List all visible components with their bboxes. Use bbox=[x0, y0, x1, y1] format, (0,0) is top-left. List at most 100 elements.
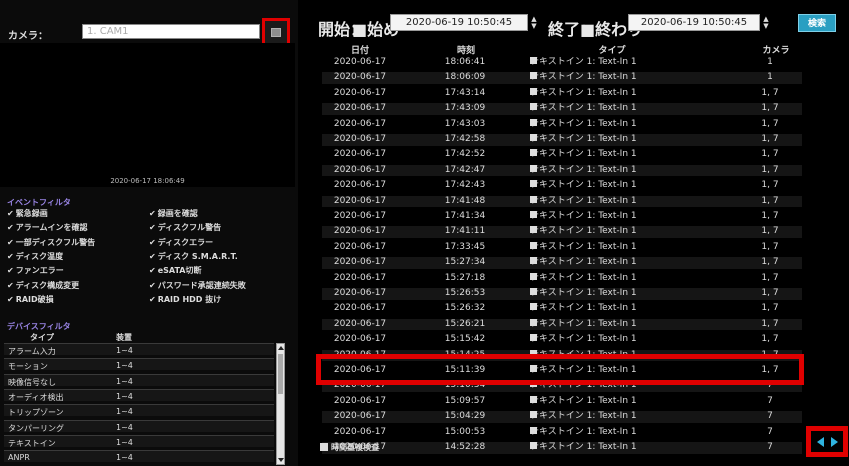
log-row[interactable]: 2020-06-17 15:27:34 テキストイン 1: Text-In 1 1, … bbox=[322, 257, 802, 269]
log-date: 2020-06-17 bbox=[333, 257, 387, 268]
next-page-icon[interactable] bbox=[831, 437, 838, 447]
camera-select[interactable]: 1. CAM1 bbox=[82, 24, 260, 39]
device-row[interactable]: オーディオ検出 1~4 bbox=[4, 388, 274, 402]
device-range: 1~4 bbox=[116, 422, 133, 432]
log-type: テキストイン 1: Text-In 1 bbox=[530, 318, 690, 330]
event-filter-item[interactable]: ✔ 録画を確認 bbox=[149, 208, 198, 219]
log-row[interactable]: 2020-06-17 17:41:34 テキストイン 1: Text-In 1 1, … bbox=[322, 211, 802, 223]
event-filter-item[interactable]: ✔ ファンエラー bbox=[7, 265, 64, 276]
log-row[interactable]: 2020-06-17 15:09:57 テキストイン 1: Text-In 1 7 bbox=[322, 395, 802, 408]
checkbox-icon[interactable]: ✔ bbox=[149, 238, 156, 247]
log-type: テキストイン 1: Text-In 1 bbox=[530, 118, 690, 130]
device-table-scrollbar[interactable] bbox=[276, 343, 285, 465]
end-spinner-icon[interactable]: ▲ ▼ bbox=[762, 16, 770, 31]
log-row[interactable]: 2020-06-17 17:42:43 テキストイン 1: Text-In 1 1, … bbox=[322, 180, 802, 192]
log-row[interactable]: 2020-06-17 17:33:45 テキストイン 1: Text-In 1 1, … bbox=[322, 241, 802, 254]
log-row[interactable]: 2020-06-17 17:41:48 テキストイン 1: Text-In 1 1, … bbox=[322, 195, 802, 208]
log-type-label: テキストイン 1: Text-In 1 bbox=[530, 303, 637, 314]
log-row[interactable]: 2020-06-17 15:04:29 テキストイン 1: Text-In 1 7 bbox=[322, 411, 802, 423]
prev-page-icon[interactable] bbox=[817, 437, 824, 447]
search-button[interactable]: 検索 bbox=[798, 14, 836, 32]
event-filter-item[interactable]: ✔ パスワード承認連続失敗 bbox=[149, 280, 246, 291]
text-in-icon bbox=[530, 288, 537, 295]
log-type-label: テキストイン 1: Text-In 1 bbox=[530, 211, 637, 221]
log-row[interactable]: 2020-06-17 17:41:11 テキストイン 1: Text-In 1 1, … bbox=[322, 226, 802, 239]
log-date: 2020-06-17 bbox=[333, 103, 387, 114]
event-filter-item[interactable]: ✔ ディスクフル警告 bbox=[149, 222, 221, 233]
checkbox-icon[interactable]: ✔ bbox=[7, 266, 14, 275]
event-filter-item[interactable]: ✔ ディスクエラー bbox=[149, 237, 213, 248]
log-row[interactable]: 2020-06-17 17:42:52 テキストイン 1: Text-In 1 1, … bbox=[322, 149, 802, 161]
start-datetime-field[interactable]: 2020-06-19 10:50:45 bbox=[390, 14, 528, 31]
scroll-thumb[interactable] bbox=[278, 354, 283, 394]
event-filter-item[interactable]: ✔ ディスク構成変更 bbox=[7, 280, 79, 291]
video-timestamp: 2020-06-17 18:06:49 bbox=[110, 177, 185, 185]
device-row[interactable]: トリップゾーン 1~4 bbox=[4, 404, 274, 417]
event-filter-label: ディスク S.M.A.R.T. bbox=[157, 251, 238, 261]
checkbox-icon[interactable]: ✔ bbox=[7, 252, 14, 261]
log-row[interactable]: 2020-06-17 17:42:58 テキストイン 1: Text-In 1 1, … bbox=[322, 134, 802, 146]
checkbox-icon[interactable]: ✔ bbox=[149, 295, 156, 304]
log-row[interactable]: 2020-06-17 17:43:09 テキストイン 1: Text-In 1 1, … bbox=[322, 103, 802, 115]
camera-list-icon bbox=[271, 27, 281, 37]
end-datetime-field[interactable]: 2020-06-19 10:50:45 bbox=[628, 14, 760, 31]
checkbox-icon[interactable]: ✔ bbox=[149, 252, 156, 261]
log-row[interactable]: 2020-06-17 17:42:47 テキストイン 1: Text-In 1 1, … bbox=[322, 164, 802, 177]
event-filter-item[interactable]: ✔ 緊急録画 bbox=[7, 208, 48, 219]
log-row[interactable]: 2020-06-17 18:06:09 テキストイン 1: Text-In 1 1 bbox=[322, 72, 802, 85]
text-in-icon bbox=[530, 426, 537, 434]
event-filter-item[interactable]: ✔ RAID HDD 抜け bbox=[149, 294, 221, 305]
camera-select-button[interactable] bbox=[262, 18, 290, 46]
device-type: 映像信号なし bbox=[8, 377, 56, 387]
log-row[interactable]: 2020-06-17 14:52:28 テキストイン 1: Text-In 17 bbox=[322, 442, 802, 454]
log-time: 17:43:03 bbox=[444, 118, 486, 129]
scroll-down-icon[interactable] bbox=[278, 458, 284, 462]
log-row[interactable]: 2020-06-17 15:26:32 テキストイン 1: Text-In 1 1, … bbox=[322, 303, 802, 315]
event-filter-item[interactable]: ✔ ディスク S.M.A.R.T. bbox=[149, 251, 238, 262]
start-spinner-icon[interactable]: ▲ ▼ bbox=[530, 16, 538, 31]
log-type-label: テキストイン 1: Text-In 1 bbox=[530, 318, 637, 329]
log-row[interactable]: 2020-06-17 15:26:53 テキストイン 1: Text-In 1 1, … bbox=[322, 288, 802, 300]
checkbox-icon[interactable]: ✔ bbox=[7, 281, 14, 290]
text-in-icon bbox=[530, 87, 537, 95]
log-time: 17:42:58 bbox=[444, 134, 486, 144]
checkbox-icon[interactable]: ✔ bbox=[149, 209, 156, 218]
camera-label: カメラ： bbox=[8, 31, 48, 42]
text-in-icon bbox=[530, 257, 537, 265]
event-filter-item[interactable]: ✔ ディスク温度 bbox=[7, 251, 63, 262]
checkbox-icon[interactable]: ✔ bbox=[7, 209, 14, 218]
device-row[interactable]: アラーム入力 1~4 bbox=[4, 343, 274, 356]
time-overlap-check[interactable]: 時間重複検査 bbox=[320, 442, 379, 453]
checkbox-icon[interactable] bbox=[320, 443, 328, 451]
log-type: テキストイン 1: Text-In 1 bbox=[530, 241, 690, 253]
log-row[interactable]: 2020-06-17 18:06:41 テキストイン 1: Text-In 1 1 bbox=[322, 57, 802, 69]
event-filter-item[interactable]: ✔ RAID破損 bbox=[7, 294, 54, 305]
checkbox-icon[interactable]: ✔ bbox=[149, 223, 156, 232]
event-filter-item[interactable]: ✔ 一部ディスクフル警告 bbox=[7, 237, 95, 248]
checkbox-icon[interactable]: ✔ bbox=[149, 266, 156, 275]
log-row[interactable]: 2020-06-17 15:00:53 テキストイン 1: Text-In 1 7 bbox=[322, 426, 802, 439]
text-in-icon bbox=[530, 134, 537, 141]
event-filter-item[interactable]: ✔ eSATA切断 bbox=[149, 265, 202, 276]
device-row[interactable]: ANPR 1~4 bbox=[4, 450, 274, 463]
log-row[interactable]: 2020-06-17 17:43:14 テキストイン 1: Text-In 1 1, … bbox=[322, 87, 802, 100]
log-row[interactable]: 2020-06-17 15:15:42 テキストイン 1: Text-In 1 1, … bbox=[322, 334, 802, 346]
highlighted-row-marker bbox=[316, 354, 804, 385]
checkbox-icon[interactable]: ✔ bbox=[149, 281, 156, 290]
log-row[interactable]: 2020-06-17 17:43:03 テキストイン 1: Text-In 1 1, … bbox=[322, 118, 802, 131]
scroll-up-icon[interactable] bbox=[278, 346, 284, 350]
device-row[interactable]: テキストイン 1~4 bbox=[4, 434, 274, 448]
checkbox-icon[interactable]: ✔ bbox=[7, 238, 14, 247]
device-row[interactable]: 映像信号なし 1~4 bbox=[4, 373, 274, 387]
device-range: 1~4 bbox=[116, 391, 133, 401]
event-filter-label: 録画を確認 bbox=[157, 209, 198, 218]
device-row[interactable]: タンパーリング 1~4 bbox=[4, 419, 274, 433]
checkbox-icon[interactable]: ✔ bbox=[7, 295, 14, 304]
log-row[interactable]: 2020-06-17 15:26:21 テキストイン 1: Text-In 1 1, … bbox=[322, 318, 802, 331]
device-row[interactable]: モーション 1~4 bbox=[4, 358, 274, 371]
event-filter-label: RAID破損 bbox=[15, 294, 54, 304]
device-range: 1~4 bbox=[116, 376, 133, 386]
checkbox-icon[interactable]: ✔ bbox=[7, 223, 14, 232]
event-filter-item[interactable]: ✔ アラームインを確認 bbox=[7, 222, 87, 233]
log-row[interactable]: 2020-06-17 15:27:18 テキストイン 1: Text-In 1 1, … bbox=[322, 272, 802, 285]
